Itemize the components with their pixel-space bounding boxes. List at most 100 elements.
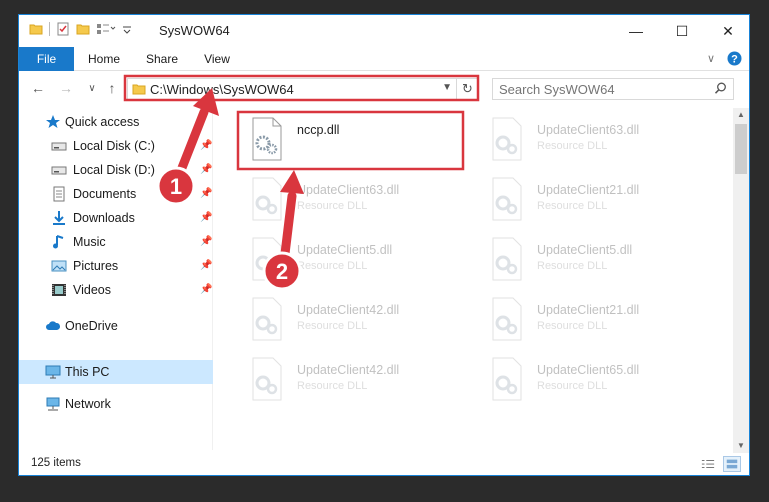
up-button[interactable]: ↑ <box>103 79 121 97</box>
pin-icon[interactable]: 📌 <box>200 236 212 247</box>
file-type: Resource DLL <box>537 140 608 152</box>
refresh-button[interactable]: ↻ <box>456 79 478 99</box>
up-arrow-icon: ↑ <box>108 80 116 96</box>
forward-button[interactable]: → <box>57 79 75 97</box>
back-button[interactable]: ← <box>29 79 47 97</box>
explorer-window: SysWOW64 — ☐ ✕ File Home Share View ∨ ? … <box>18 14 750 476</box>
network-icon <box>46 397 60 411</box>
new-folder-icon[interactable] <box>76 22 90 36</box>
help-icon[interactable]: ? <box>727 51 742 66</box>
search-input[interactable] <box>499 81 699 97</box>
sidebar-item-label: Documents <box>73 187 137 201</box>
pin-icon[interactable]: 📌 <box>200 140 212 151</box>
dll-file-icon <box>252 297 282 341</box>
recent-locations-button[interactable]: ∨ <box>83 79 101 97</box>
file-tile[interactable]: UpdateClient21.dll Resource DLL <box>479 293 707 347</box>
quick-access-toolbar <box>29 22 132 36</box>
ribbon-tabs: File Home Share View ∨ ? <box>19 47 749 71</box>
dll-file-icon <box>252 357 282 401</box>
close-icon: ✕ <box>722 22 734 39</box>
videos-icon <box>52 284 66 296</box>
pictures-icon <box>51 260 67 272</box>
file-tile[interactable]: UpdateClient63.dll Resource DLL <box>479 113 707 167</box>
sidebar-item-label: Downloads <box>73 211 135 225</box>
pin-icon[interactable]: 📌 <box>200 212 212 223</box>
dll-file-icon <box>492 117 522 161</box>
sidebar-item-local-disk-c[interactable]: Local Disk (C:) 📌 <box>19 134 213 158</box>
sidebar-item-videos[interactable]: Videos 📌 <box>19 278 213 302</box>
divider <box>49 22 50 36</box>
tab-home[interactable]: Home <box>81 47 127 71</box>
file-tile-nccp[interactable]: nccp.dll <box>239 113 467 167</box>
sidebar-item-music[interactable]: Music 📌 <box>19 230 213 254</box>
search-box[interactable] <box>492 78 734 100</box>
sidebar-item-pictures[interactable]: Pictures 📌 <box>19 254 213 278</box>
file-tile[interactable]: UpdateClient21.dll Resource DLL <box>479 173 707 227</box>
computer-icon <box>45 365 61 379</box>
details-view-icon[interactable] <box>699 456 717 472</box>
sidebar-item-local-disk-d[interactable]: Local Disk (D:) 📌 <box>19 158 213 182</box>
search-icon <box>714 82 726 94</box>
file-tile[interactable]: UpdateClient65.dll Resource DLL <box>479 353 707 407</box>
customize-qat-icon[interactable] <box>96 22 116 36</box>
file-type: Resource DLL <box>297 200 368 212</box>
refresh-icon: ↻ <box>462 81 473 96</box>
file-name: UpdateClient63.dll <box>537 123 640 137</box>
back-arrow-icon: ← <box>31 80 45 96</box>
scroll-thumb[interactable] <box>735 124 747 174</box>
close-button[interactable]: ✕ <box>705 15 749 47</box>
file-name: UpdateClient42.dll <box>297 303 400 317</box>
address-bar[interactable]: C:\Windows\SysWOW64 ▼ ↻ <box>127 78 479 100</box>
dll-file-icon <box>252 237 282 281</box>
navigation-bar: ← → ∨ ↑ C:\Windows\SysWOW64 ▼ ↻ <box>19 72 749 104</box>
file-tile[interactable]: UpdateClient42.dll Resource DLL <box>239 293 467 347</box>
sidebar-item-quick-access[interactable]: Quick access <box>19 110 213 134</box>
scroll-down-icon[interactable]: ▼ <box>733 439 749 453</box>
file-list: nccp.dll UpdateClient63.dll Resource DLL… <box>229 107 729 452</box>
file-tile[interactable]: UpdateClient63.dll Resource DLL <box>239 173 467 227</box>
folder-icon <box>29 24 43 35</box>
file-name: UpdateClient65.dll <box>537 363 640 377</box>
chevron-down-icon: ∨ <box>88 82 96 94</box>
properties-icon[interactable] <box>56 22 70 36</box>
tab-view[interactable]: View <box>195 47 239 71</box>
pin-icon[interactable]: 📌 <box>200 260 212 271</box>
sidebar-item-onedrive[interactable]: OneDrive <box>19 314 213 338</box>
drive-icon <box>51 166 67 175</box>
svg-text:?: ? <box>731 54 738 66</box>
file-name: nccp.dll <box>297 123 340 137</box>
file-tile[interactable]: UpdateClient5.dll Resource DLL <box>239 233 467 287</box>
address-dropdown-icon[interactable]: ▼ <box>442 82 452 93</box>
tab-file[interactable]: File <box>19 47 74 71</box>
sidebar-item-label: Quick access <box>65 115 140 129</box>
vertical-scrollbar[interactable]: ▲ ▼ <box>733 108 749 453</box>
file-type: Resource DLL <box>537 200 608 212</box>
tiles-view-icon[interactable] <box>723 456 741 472</box>
sidebar-item-this-pc[interactable]: This PC <box>19 360 213 384</box>
expand-ribbon-icon[interactable]: ∨ <box>707 52 715 65</box>
file-type: Resource DLL <box>297 320 368 332</box>
file-name: UpdateClient21.dll <box>537 303 640 317</box>
drive-icon <box>51 142 67 151</box>
dll-file-icon <box>492 297 522 341</box>
file-tile[interactable]: UpdateClient42.dll Resource DLL <box>239 353 467 407</box>
dll-file-icon <box>492 357 522 401</box>
sidebar-item-documents[interactable]: Documents 📌 <box>19 182 213 206</box>
minimize-button[interactable]: — <box>613 15 659 47</box>
pin-icon[interactable]: 📌 <box>200 284 212 295</box>
chevron-down-icon[interactable] <box>122 22 132 36</box>
maximize-button[interactable]: ☐ <box>659 15 705 47</box>
tab-share[interactable]: Share <box>139 47 185 71</box>
file-tile[interactable]: UpdateClient5.dll Resource DLL <box>479 233 707 287</box>
download-icon <box>53 211 65 225</box>
dll-file-icon <box>492 177 522 221</box>
pin-icon[interactable]: 📌 <box>200 164 212 175</box>
navigation-pane: Quick access Local Disk (C:) 📌 Local Dis… <box>19 110 213 450</box>
documents-icon <box>53 186 65 202</box>
file-type: Resource DLL <box>297 260 368 272</box>
sidebar-item-network[interactable]: Network <box>19 392 213 416</box>
scroll-up-icon[interactable]: ▲ <box>733 108 749 122</box>
sidebar-item-downloads[interactable]: Downloads 📌 <box>19 206 213 230</box>
music-note-icon <box>53 235 64 249</box>
pin-icon[interactable]: 📌 <box>200 188 212 199</box>
